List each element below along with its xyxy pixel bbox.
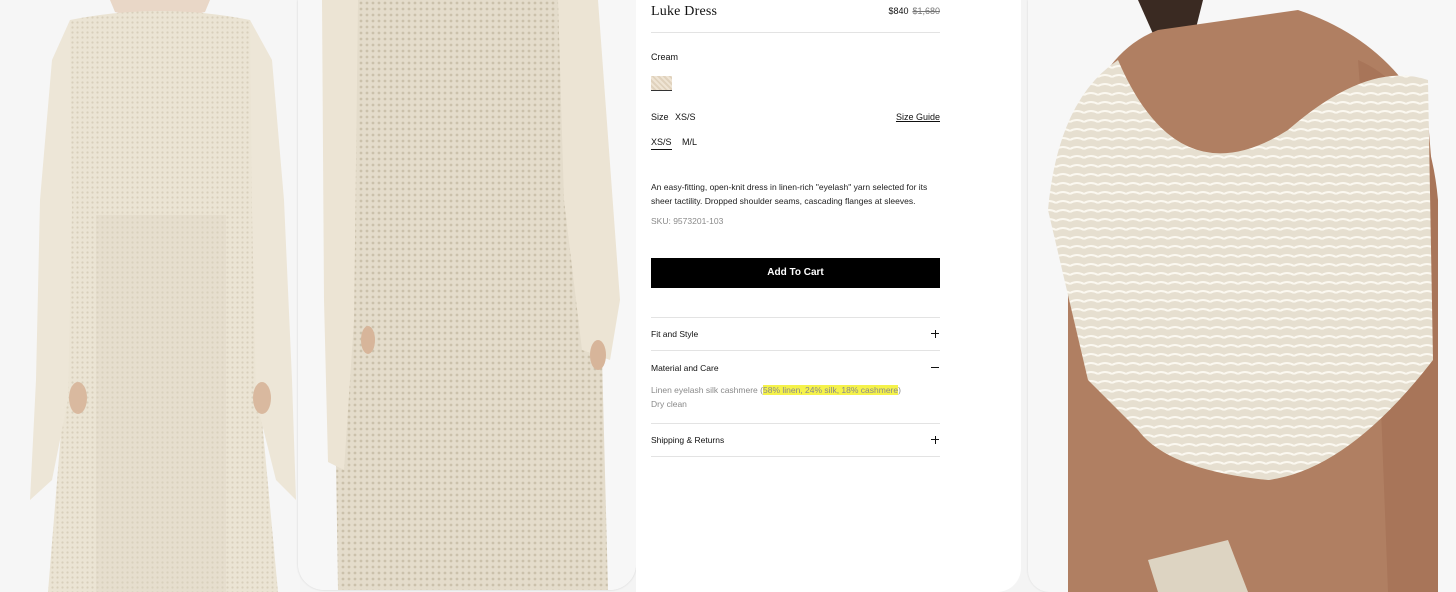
divider — [651, 32, 940, 33]
material-text-end: ) — [898, 385, 901, 395]
divider — [651, 317, 940, 318]
original-price: $1,680 — [912, 6, 940, 16]
swatch-texture — [651, 76, 672, 90]
divider — [651, 456, 940, 457]
product-description: An easy-fitting, open-knit dress in line… — [651, 182, 928, 206]
color-label: Cream — [651, 52, 679, 62]
size-option-xs-s[interactable]: XS/S — [651, 137, 672, 150]
size-label-row: Size XS/S — [651, 112, 696, 122]
size-option-m-l[interactable]: M/L — [682, 137, 697, 149]
accordion-material-and-care[interactable]: Material and Care — [651, 363, 719, 373]
accordion-shipping-and-returns[interactable]: Shipping & Returns — [651, 435, 724, 445]
material-composition: Linen eyelash silk cashmere (58% linen, … — [651, 385, 901, 395]
material-highlight: 58% linen, 24% silk, 18% cashmere — [762, 385, 899, 395]
minus-icon[interactable] — [931, 363, 940, 372]
icon-bar — [934, 329, 936, 338]
care-instructions: Dry clean — [651, 399, 687, 409]
product-title: Luke Dress — [651, 4, 718, 19]
product-sku: SKU: 9573201-103 — [651, 216, 724, 226]
color-swatch-cream[interactable] — [651, 76, 672, 91]
price: $840 $1,680 — [888, 6, 940, 16]
selected-size: XS/S — [675, 112, 696, 122]
plus-icon[interactable] — [931, 435, 940, 444]
product-image-front[interactable] — [0, 0, 300, 592]
material-text: Linen eyelash silk cashmere ( — [651, 385, 763, 395]
icon-bar — [931, 367, 939, 368]
dress-front-illustration — [0, 0, 300, 592]
dress-side-illustration — [298, 0, 636, 590]
add-to-cart-button[interactable]: Add To Cart — [651, 258, 940, 288]
divider — [651, 350, 940, 351]
sale-price: $840 — [888, 6, 909, 16]
product-info-panel: Luke Dress $840 $1,680 Cream Size XS/S Si… — [636, 0, 1021, 592]
divider — [651, 423, 940, 424]
size-guide-link[interactable]: Size Guide — [896, 112, 940, 122]
accordion-fit-and-style[interactable]: Fit and Style — [651, 329, 698, 339]
size-label: Size — [651, 112, 669, 122]
product-image-side[interactable] — [298, 0, 636, 590]
product-image-back[interactable] — [1028, 0, 1456, 592]
icon-bar — [934, 435, 936, 444]
plus-icon[interactable] — [931, 329, 940, 338]
dress-back-illustration — [1028, 0, 1456, 592]
